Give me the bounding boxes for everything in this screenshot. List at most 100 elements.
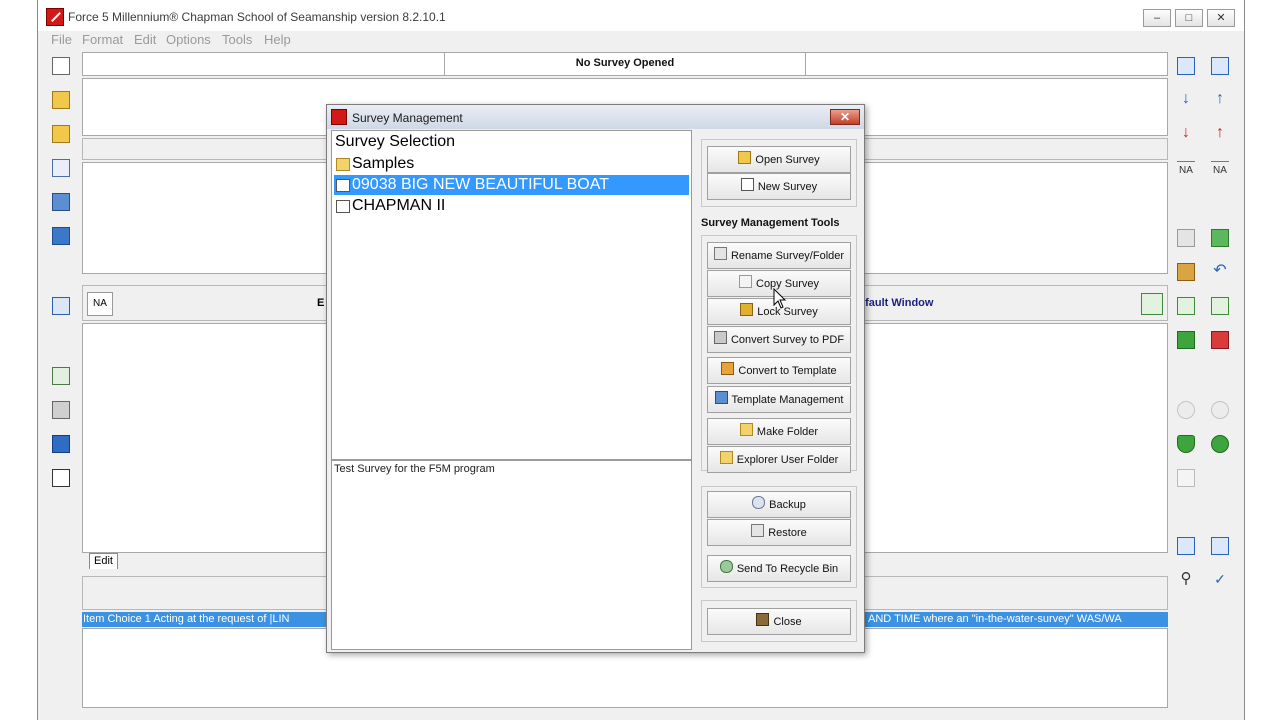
- recycle-bin-icon: [719, 560, 733, 573]
- upload-green-icon[interactable]: [1141, 293, 1163, 315]
- move-down-red-button[interactable]: ↓: [1173, 122, 1199, 146]
- report-icon: [1211, 537, 1229, 555]
- shield-button[interactable]: [1173, 432, 1199, 456]
- move-up-blue-button[interactable]: ↑: [1207, 88, 1233, 112]
- add-item-button[interactable]: [1173, 294, 1199, 318]
- sync-button[interactable]: [1207, 432, 1233, 456]
- edit-note-icon: [52, 159, 70, 177]
- export-button[interactable]: [48, 190, 74, 214]
- table-button[interactable]: [1173, 466, 1199, 490]
- menu-edit[interactable]: Edit: [134, 32, 156, 47]
- explorer-user-folder-button[interactable]: Explorer User Folder: [707, 446, 851, 473]
- remove-button[interactable]: [1207, 328, 1233, 352]
- sync-icon: [1211, 435, 1229, 453]
- report-button[interactable]: [1207, 534, 1233, 558]
- item-choice-text-right: AND TIME where an "in-the-water-survey" …: [868, 613, 1122, 625]
- restore-button[interactable]: Restore: [707, 519, 851, 546]
- move-out-icon: [1211, 57, 1229, 75]
- minimize-button[interactable]: –: [1143, 9, 1171, 27]
- folder-icon: [336, 158, 350, 171]
- right-toolbar: ↓ ↑ ↓ ↑ NA NA ↶ ⚲ ✓: [1170, 52, 1240, 712]
- new-survey-button[interactable]: New Survey: [707, 173, 851, 200]
- upload-icon: [1211, 229, 1229, 247]
- insert-button[interactable]: [1173, 328, 1199, 352]
- arrow-down-red-icon: ↓: [1182, 124, 1190, 141]
- survey-selection-title: Survey Selection: [335, 133, 456, 150]
- bulb-button[interactable]: [1173, 398, 1199, 422]
- template-management-button[interactable]: Template Management: [707, 386, 851, 413]
- book-button[interactable]: [48, 224, 74, 248]
- convert-to-template-button[interactable]: Convert to Template: [707, 357, 851, 384]
- manual-button[interactable]: [48, 432, 74, 456]
- menu-help[interactable]: Help: [264, 32, 291, 47]
- na-toggle-button[interactable]: NA: [87, 292, 113, 316]
- list-button[interactable]: [48, 364, 74, 388]
- find-button[interactable]: ⚲: [1173, 568, 1199, 592]
- spellcheck-button[interactable]: ✓: [1207, 568, 1233, 592]
- list-item-big-new-beautiful-boat[interactable]: 09038 BIG NEW BEAUTIFUL BOAT: [334, 175, 689, 195]
- new-folder-icon: [739, 423, 753, 436]
- survey-doc-icon: [336, 200, 350, 213]
- rename-icon: [713, 247, 727, 260]
- book-icon: [52, 227, 70, 245]
- make-folder-button[interactable]: Make Folder: [707, 418, 851, 445]
- close-window-button[interactable]: ✕: [1207, 9, 1235, 27]
- upload-button[interactable]: [1207, 226, 1233, 250]
- restore-icon: [751, 524, 765, 537]
- survey-description[interactable]: Test Survey for the F5M program: [331, 460, 692, 650]
- edit-tab[interactable]: Edit: [89, 553, 118, 569]
- undo-button[interactable]: ↶: [1207, 260, 1233, 284]
- printer-icon: [52, 401, 70, 419]
- move-in-icon: [1177, 57, 1195, 75]
- edit-button[interactable]: [48, 156, 74, 180]
- survey-list[interactable]: Survey Selection Samples 09038 BIG NEW B…: [331, 130, 692, 460]
- survey-management-dialog: Survey Management ✕ Survey Selection Sam…: [326, 104, 865, 653]
- na-icon: NA: [1177, 161, 1195, 179]
- default-window-label: efault Window: [859, 297, 934, 309]
- copy-icon: [739, 275, 752, 288]
- list-detail-icon: [52, 469, 70, 487]
- menu-file[interactable]: File: [51, 32, 72, 47]
- bulb-alt-button[interactable]: [1207, 398, 1233, 422]
- open-alt-button[interactable]: [48, 122, 74, 146]
- window-title: Force 5 Millennium® Chapman School of Se…: [68, 10, 446, 24]
- dialog-app-icon: [331, 109, 347, 125]
- open-button[interactable]: [48, 88, 74, 112]
- open-book-icon: [52, 435, 70, 453]
- move-right-button[interactable]: [1173, 54, 1199, 78]
- menu-format[interactable]: Format: [82, 32, 123, 47]
- insert-icon: [1177, 331, 1195, 349]
- move-down-blue-button[interactable]: ↓: [1173, 88, 1199, 112]
- menu-options[interactable]: Options: [166, 32, 211, 47]
- details-button[interactable]: [48, 466, 74, 490]
- app-logo-icon: [46, 8, 64, 26]
- brush-button[interactable]: [1173, 260, 1199, 284]
- send-to-recycle-bin-button[interactable]: Send To Recycle Bin: [707, 555, 851, 582]
- print-button[interactable]: [48, 398, 74, 422]
- menu-tools[interactable]: Tools: [222, 32, 252, 47]
- dialog-close-button[interactable]: ✕: [830, 109, 860, 125]
- move-up-red-button[interactable]: ↑: [1207, 122, 1233, 146]
- backup-button[interactable]: Backup: [707, 491, 851, 518]
- convert-to-pdf-button[interactable]: Convert Survey to PDF: [707, 326, 851, 353]
- na-button[interactable]: NA: [1173, 158, 1199, 182]
- open-survey-button[interactable]: Open Survey: [707, 146, 851, 173]
- maximize-button[interactable]: □: [1175, 9, 1203, 27]
- folder-upload-icon: [52, 125, 70, 143]
- tree-view-button[interactable]: [48, 294, 74, 318]
- description-text: Test Survey for the F5M program: [334, 463, 495, 475]
- move-left-button[interactable]: [1207, 54, 1233, 78]
- add-item-alt-button[interactable]: [1207, 294, 1233, 318]
- rename-survey-button[interactable]: Rename Survey/Folder: [707, 242, 851, 269]
- copy-item-button[interactable]: [1173, 226, 1199, 250]
- printer-icon: [713, 331, 727, 344]
- survey-status: No Survey Opened: [575, 57, 675, 69]
- binoculars-icon: ⚲: [1180, 570, 1192, 587]
- new-document-icon: [740, 178, 754, 191]
- close-button[interactable]: Close: [707, 608, 851, 635]
- list-item-chapman-ii[interactable]: CHAPMAN II: [334, 196, 689, 216]
- list-item-samples[interactable]: Samples: [334, 154, 689, 174]
- na-all-button[interactable]: NA: [1207, 158, 1233, 182]
- new-button[interactable]: [48, 54, 74, 78]
- import-button[interactable]: [1173, 534, 1199, 558]
